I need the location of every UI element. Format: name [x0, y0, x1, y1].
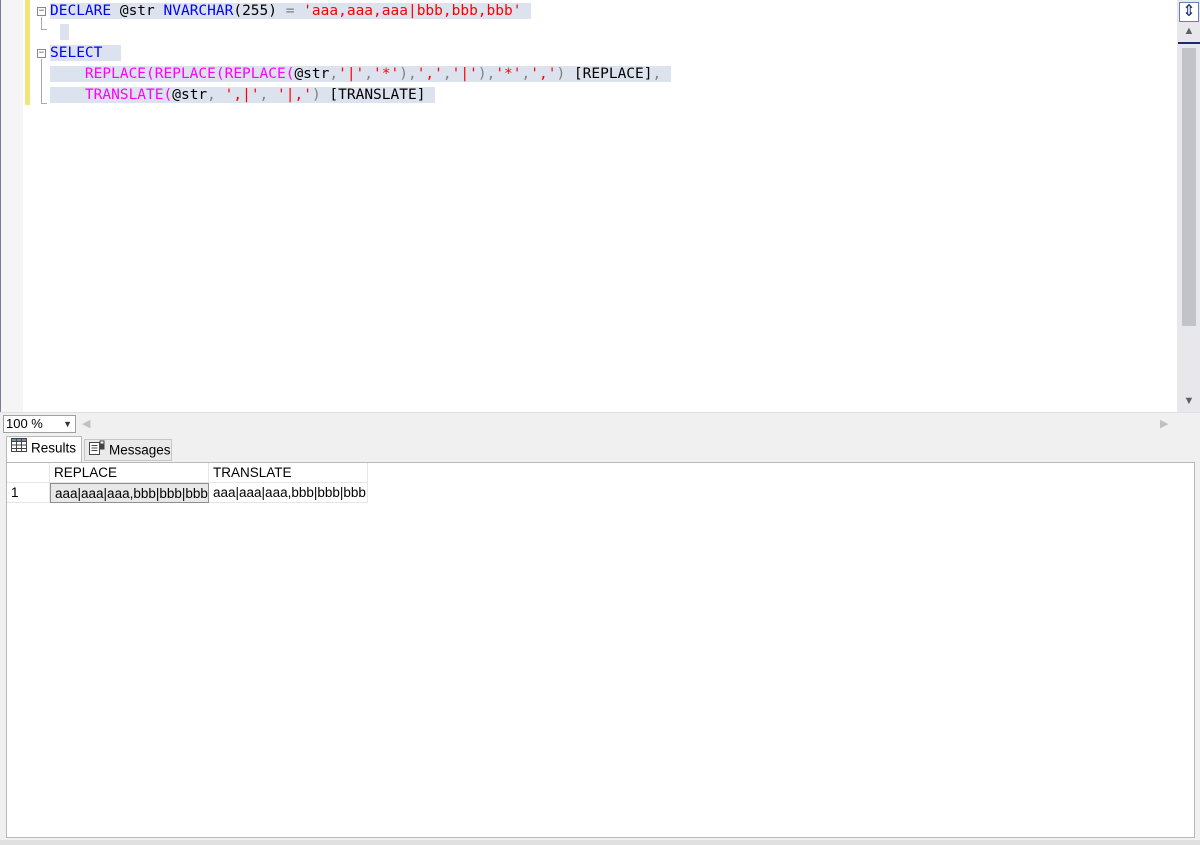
code-token: '*': [373, 66, 400, 82]
code-token: ,: [521, 66, 531, 82]
code-token: SELECT: [50, 45, 103, 61]
code-token: [REPLACE]: [565, 66, 653, 82]
code-token: NVARCHAR: [163, 3, 234, 19]
code-line-select[interactable]: SELECT: [50, 43, 122, 64]
code-token: ): [556, 66, 566, 82]
code-token: @str: [111, 3, 164, 19]
results-grid[interactable]: REPLACE TRANSLATE 1 aaa|aaa|aaa,bbb|bbb|…: [6, 462, 1195, 838]
row-number[interactable]: 1: [7, 483, 50, 503]
tab-messages-label: Messages: [109, 442, 171, 458]
code-token: TRANSLATE(: [84, 87, 173, 103]
scroll-left-icon[interactable]: ◀: [82, 416, 90, 432]
scroll-up-icon[interactable]: ▲: [1181, 24, 1197, 38]
zoom-value: 100 %: [6, 416, 43, 431]
scroll-right-icon[interactable]: ▶: [1160, 416, 1168, 432]
row-header-corner: [7, 463, 50, 483]
code-line-blank[interactable]: [50, 22, 69, 43]
code-token: ,: [364, 66, 374, 82]
fold-guide: [41, 17, 42, 29]
status-strip: [0, 840, 1200, 845]
code-token: @str: [294, 66, 330, 82]
code-token: ',': [416, 66, 443, 82]
split-view-icon[interactable]: ⇕: [1179, 2, 1199, 22]
zoom-strip: 100 % ▼ ◀ ▶: [0, 412, 1200, 434]
code-token: [TRANSLATE]: [320, 87, 426, 103]
code-token: '|': [451, 66, 478, 82]
selected-text: [60, 24, 69, 40]
code-token: 'aaa,aaa,aaa|bbb,bbb,bbb': [303, 3, 522, 19]
code-token: ): [311, 87, 321, 103]
code-token: ),: [399, 66, 417, 82]
code-token: ,: [207, 87, 225, 103]
code-token: ),: [477, 66, 496, 82]
fold-guide-end: [41, 103, 47, 104]
fold-guide-end: [41, 29, 47, 30]
code-token: '|,': [277, 87, 312, 103]
zoom-dropdown[interactable]: 100 % ▼: [3, 415, 76, 433]
split-handle[interactable]: [1178, 42, 1200, 44]
selected-text: SELECT: [50, 45, 122, 61]
tab-results[interactable]: Results: [6, 436, 82, 463]
column-header-replace[interactable]: REPLACE: [50, 463, 209, 483]
results-panel: Results Messages REPLACE TRANSLATE 1 aaa…: [0, 434, 1200, 845]
code-token: ',': [530, 66, 557, 82]
selected-text: REPLACE(REPLACE(REPLACE(@str,'|','*'),',…: [50, 66, 672, 82]
fold-guide: [41, 59, 42, 103]
code-token: '|': [338, 66, 365, 82]
code-token: '*': [495, 66, 522, 82]
collapse-declare-icon[interactable]: −: [37, 7, 46, 16]
grid-icon: [11, 437, 27, 459]
code-token: ',|': [224, 87, 260, 103]
column-header-translate[interactable]: TRANSLATE: [209, 463, 368, 483]
cell-replace-result[interactable]: aaa|aaa|aaa,bbb|bbb|bbb: [50, 483, 209, 503]
selected-text: TRANSLATE(@str, ',|', '|,') [TRANSLATE]: [50, 87, 436, 103]
scrollbar-thumb[interactable]: [1182, 48, 1196, 326]
code-token: ,: [652, 66, 662, 82]
messages-icon: [89, 440, 105, 461]
collapse-select-icon[interactable]: −: [37, 49, 46, 58]
code-token: REPLACE(REPLACE(REPLACE(: [84, 66, 295, 82]
change-tracking-bar: [25, 0, 30, 105]
code-line-replace[interactable]: REPLACE(REPLACE(REPLACE(@str,'|','*'),',…: [50, 64, 672, 85]
selected-text: DECLARE @str NVARCHAR(255) = 'aaa,aaa,aa…: [50, 3, 532, 19]
tab-results-label: Results: [31, 440, 77, 456]
code-token: (255): [233, 3, 286, 19]
dropdown-caret-icon: ▼: [63, 419, 72, 429]
tab-messages[interactable]: Messages: [84, 439, 172, 461]
query-editor[interactable]: − − DECLARE @str NVARCHAR(255) = 'aaa,aa…: [0, 0, 1200, 412]
code-token: DECLARE: [50, 3, 112, 19]
scroll-down-icon[interactable]: ▼: [1181, 394, 1197, 408]
code-token: ,: [259, 87, 278, 103]
code-line-translate[interactable]: TRANSLATE(@str, ',|', '|,') [TRANSLATE]: [50, 85, 436, 106]
cell-translate-result[interactable]: aaa|aaa|aaa,bbb|bbb|bbb: [209, 483, 368, 503]
code-token: ,: [442, 66, 452, 82]
code-line-declare[interactable]: DECLARE @str NVARCHAR(255) = 'aaa,aaa,aa…: [50, 1, 532, 22]
editor-gutter: [1, 0, 23, 412]
code-token: @str: [172, 87, 208, 103]
code-token: ,: [329, 66, 339, 82]
